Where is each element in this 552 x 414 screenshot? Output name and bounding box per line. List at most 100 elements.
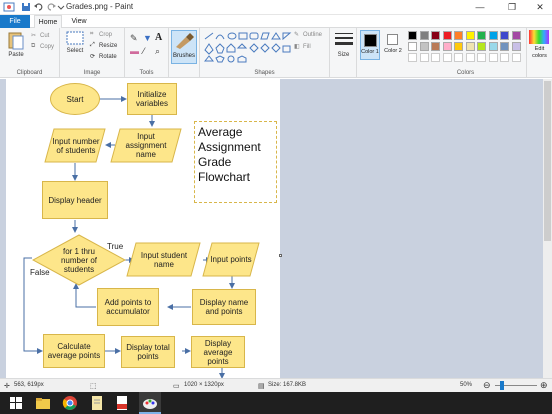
- palette-swatch[interactable]: [465, 31, 475, 40]
- outline-dropdown[interactable]: ✎ Outline: [294, 31, 322, 38]
- copy-icon: ⧉: [31, 43, 36, 49]
- chrome-icon[interactable]: [62, 395, 78, 411]
- tab-view[interactable]: View: [66, 15, 92, 28]
- palette-swatch[interactable]: [488, 42, 498, 51]
- palette-swatch[interactable]: [419, 42, 429, 51]
- crop-button[interactable]: ⌗ Crop: [90, 31, 112, 38]
- canvas-resize-handle[interactable]: [279, 254, 282, 257]
- rotate-button[interactable]: ⟳ Rotate: [90, 53, 117, 60]
- fill-icon[interactable]: ▼: [143, 33, 152, 43]
- tab-home[interactable]: Home: [34, 15, 62, 28]
- windows-start-icon[interactable]: [8, 395, 24, 411]
- paint-taskbar-icon[interactable]: [139, 392, 161, 414]
- resize-button[interactable]: ⤢ Resize: [90, 42, 117, 49]
- shapes-group: ✎ Outline ◧ Fill Shapes: [200, 28, 330, 78]
- select-icon: [66, 31, 84, 45]
- text-icon[interactable]: A: [155, 32, 162, 43]
- pencil-icon[interactable]: ✎: [130, 33, 138, 44]
- palette-swatch[interactable]: [477, 31, 486, 40]
- undo-icon[interactable]: [33, 1, 45, 13]
- custom-swatch[interactable]: [442, 53, 452, 62]
- pdf-icon[interactable]: [114, 395, 130, 411]
- size-label: Size: [337, 52, 350, 58]
- shapes-gallery[interactable]: [202, 30, 292, 64]
- canvas-area[interactable]: Start Initialize variables Input number …: [0, 79, 552, 378]
- clipboard-group-label: Clipboard: [16, 70, 43, 76]
- palette-swatch[interactable]: [408, 42, 417, 51]
- palette-swatch[interactable]: [454, 31, 463, 40]
- palette-swatch[interactable]: [454, 42, 463, 51]
- minimize-button[interactable]: —: [466, 0, 494, 15]
- cut-button[interactable]: ✂ Cut: [31, 32, 49, 39]
- color1-label: Color 1: [361, 49, 379, 55]
- edit-colors-label[interactable]: Edit colors: [527, 46, 552, 60]
- flow-input-points: Input points: [210, 255, 252, 264]
- brushes-button[interactable]: Brushes: [171, 30, 197, 64]
- false-label: False: [30, 268, 50, 277]
- palette-swatch[interactable]: [431, 42, 440, 51]
- color-picker-icon[interactable]: ⁄: [143, 46, 145, 56]
- palette-swatch[interactable]: [465, 42, 475, 51]
- paint-app-icon: [3, 1, 15, 13]
- palette-swatch[interactable]: [511, 31, 521, 40]
- eraser-icon[interactable]: ▬: [130, 46, 139, 56]
- flow-loop: for 1 thru number of students: [60, 246, 98, 274]
- cursor-position: 563, 619px: [14, 382, 44, 388]
- close-button[interactable]: ✕: [526, 0, 552, 15]
- zoom-in-button[interactable]: ⊕: [540, 380, 548, 391]
- active-colors-group: Color 1 Color 2: [357, 28, 405, 78]
- image-canvas[interactable]: Start Initialize variables Input number …: [6, 79, 280, 378]
- size-group: Size: [330, 28, 357, 78]
- copy-button[interactable]: ⧉ Copy: [31, 43, 54, 50]
- fill-dropdown[interactable]: ◧ Fill: [294, 43, 311, 50]
- custom-swatch[interactable]: [500, 53, 509, 62]
- magnifier-icon[interactable]: ⌕: [155, 46, 160, 57]
- palette-swatch[interactable]: [500, 42, 509, 51]
- paste-icon: [8, 32, 24, 50]
- edit-colors-group: Edit colors: [527, 28, 552, 78]
- palette-swatch[interactable]: [442, 42, 452, 51]
- custom-swatch[interactable]: [408, 53, 417, 62]
- custom-swatch[interactable]: [465, 53, 475, 62]
- palette-swatch[interactable]: [419, 31, 429, 40]
- maximize-button[interactable]: ❐: [498, 0, 526, 15]
- document-icon[interactable]: [89, 395, 105, 411]
- taskbar: [0, 392, 552, 414]
- palette-swatch[interactable]: [511, 42, 521, 51]
- zoom-slider-thumb[interactable]: [500, 381, 504, 390]
- file-explorer-icon[interactable]: [35, 395, 51, 411]
- window-title: Grades.png - Paint: [66, 2, 134, 11]
- tab-file[interactable]: File: [0, 15, 30, 28]
- palette-swatch[interactable]: [500, 31, 509, 40]
- crop-label: Crop: [99, 32, 113, 39]
- scrollbar-thumb[interactable]: [544, 81, 551, 241]
- custom-swatch[interactable]: [431, 53, 440, 62]
- edit-colors-icon[interactable]: [529, 30, 549, 44]
- rotate-icon: ⟳: [90, 54, 96, 60]
- color1-swatch: [364, 34, 377, 47]
- color1-button[interactable]: Color 1: [360, 30, 380, 60]
- size-icon[interactable]: [334, 32, 354, 48]
- custom-swatch[interactable]: [511, 53, 521, 62]
- save-icon[interactable]: [20, 1, 32, 13]
- custom-swatch[interactable]: [488, 53, 498, 62]
- zoom-out-button[interactable]: ⊖: [483, 380, 491, 391]
- select-label: Select: [66, 48, 84, 54]
- palette-swatch[interactable]: [431, 31, 440, 40]
- custom-swatch[interactable]: [454, 53, 463, 62]
- palette-swatch[interactable]: [477, 42, 486, 51]
- flow-initialize: Initialize variables: [127, 83, 177, 115]
- custom-swatch[interactable]: [477, 53, 486, 62]
- select-button[interactable]: Select: [63, 30, 87, 54]
- palette-swatch[interactable]: [408, 31, 417, 40]
- outline-label: Outline: [303, 32, 323, 39]
- palette-swatch[interactable]: [488, 31, 498, 40]
- paste-button[interactable]: Paste: [3, 30, 29, 58]
- palette-swatch[interactable]: [442, 31, 452, 40]
- vertical-scrollbar[interactable]: [543, 79, 552, 378]
- flow-add-points: Add points to accumulator: [97, 288, 159, 326]
- color2-swatch: [387, 34, 398, 45]
- copy-label: Copy: [40, 44, 55, 51]
- custom-swatch[interactable]: [419, 53, 429, 62]
- color2-button[interactable]: Color 2: [383, 30, 403, 60]
